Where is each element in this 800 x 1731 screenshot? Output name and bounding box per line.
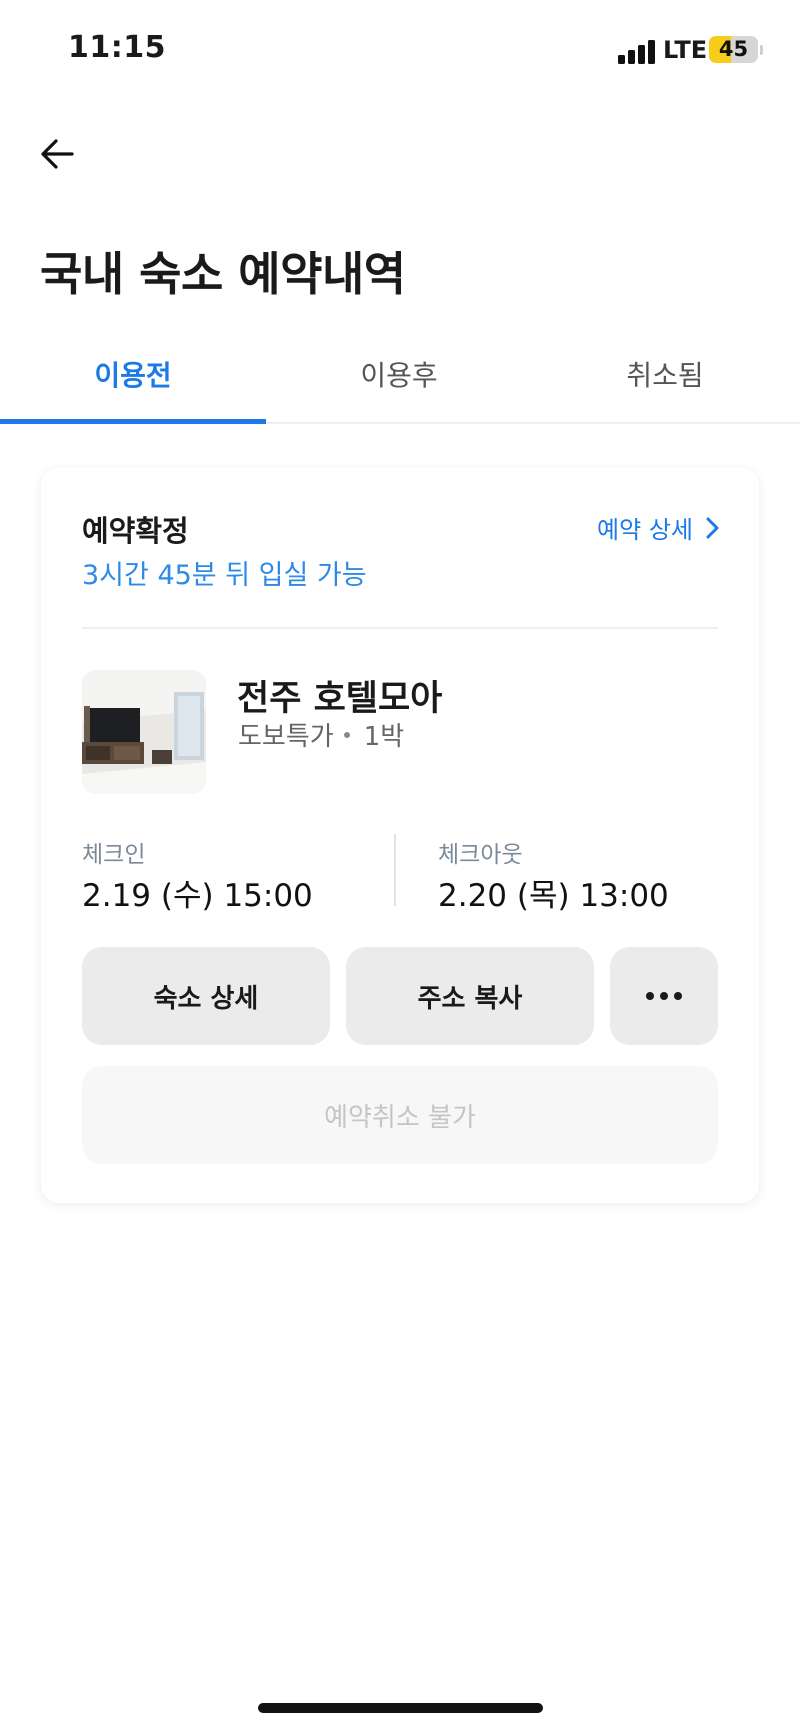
tab-cancelled[interactable]: 취소됨: [532, 354, 798, 394]
nights-count: 1박: [363, 722, 405, 752]
network-type: LTE: [663, 36, 708, 64]
battery-level: 45: [718, 37, 749, 61]
more-horizontal-icon: [646, 992, 682, 1000]
reservation-card: 예약확정 3시간 45분 뒤 입실 가능 예약 상세 전주 호텔모아 도보특가 …: [41, 468, 759, 1203]
reservation-detail-link[interactable]: 예약 상세: [597, 510, 721, 545]
page-title: 국내 숙소 예약내역: [40, 247, 406, 301]
copy-address-button[interactable]: 주소 복사: [346, 947, 594, 1045]
status-bar: 11:15 LTE 45: [0, 0, 800, 100]
hotel-thumbnail[interactable]: [82, 670, 206, 794]
copy-address-label: 주소 복사: [417, 983, 523, 1014]
reservation-detail-label: 예약 상세: [597, 516, 693, 544]
hotel-room-image: [82, 670, 206, 794]
checkout-label: 체크아웃: [438, 842, 523, 868]
signal-icon: [618, 38, 658, 64]
tab-bar: 이용전 이용후 취소됨: [0, 340, 800, 424]
cancel-reservation-button: 예약취소 불가: [82, 1066, 718, 1164]
tab-before-use[interactable]: 이용전: [0, 354, 266, 394]
tab-after-use[interactable]: 이용후: [266, 354, 532, 394]
status-time: 11:15: [68, 30, 166, 65]
checkin-value: 2.19 (수) 15:00: [82, 878, 313, 914]
separator-dot: [343, 731, 350, 738]
back-button[interactable]: [38, 134, 78, 174]
check-divider: [394, 834, 396, 906]
cancel-reservation-label: 예약취소 불가: [324, 1102, 476, 1133]
chevron-right-icon: [706, 517, 719, 538]
reservation-status: 예약확정: [82, 514, 189, 548]
hotel-meta: 도보특가 1박: [238, 716, 404, 753]
active-tab-indicator: [0, 419, 266, 424]
hotel-name: 전주 호텔모아: [237, 679, 443, 719]
checkin-label: 체크인: [82, 842, 146, 868]
battery-icon: 45: [709, 36, 758, 63]
arrow-left-icon: [41, 139, 74, 169]
rate-type: 도보특가: [238, 722, 334, 752]
battery-nub: [760, 45, 763, 55]
checkout-value: 2.20 (목) 13:00: [438, 878, 669, 914]
checkin-countdown: 3시간 45분 뒤 입실 가능: [82, 560, 367, 591]
hotel-detail-button[interactable]: 숙소 상세: [82, 947, 330, 1045]
hotel-detail-label: 숙소 상세: [153, 983, 259, 1014]
divider: [82, 627, 718, 629]
home-indicator[interactable]: [258, 1703, 543, 1713]
more-button[interactable]: [610, 947, 718, 1045]
